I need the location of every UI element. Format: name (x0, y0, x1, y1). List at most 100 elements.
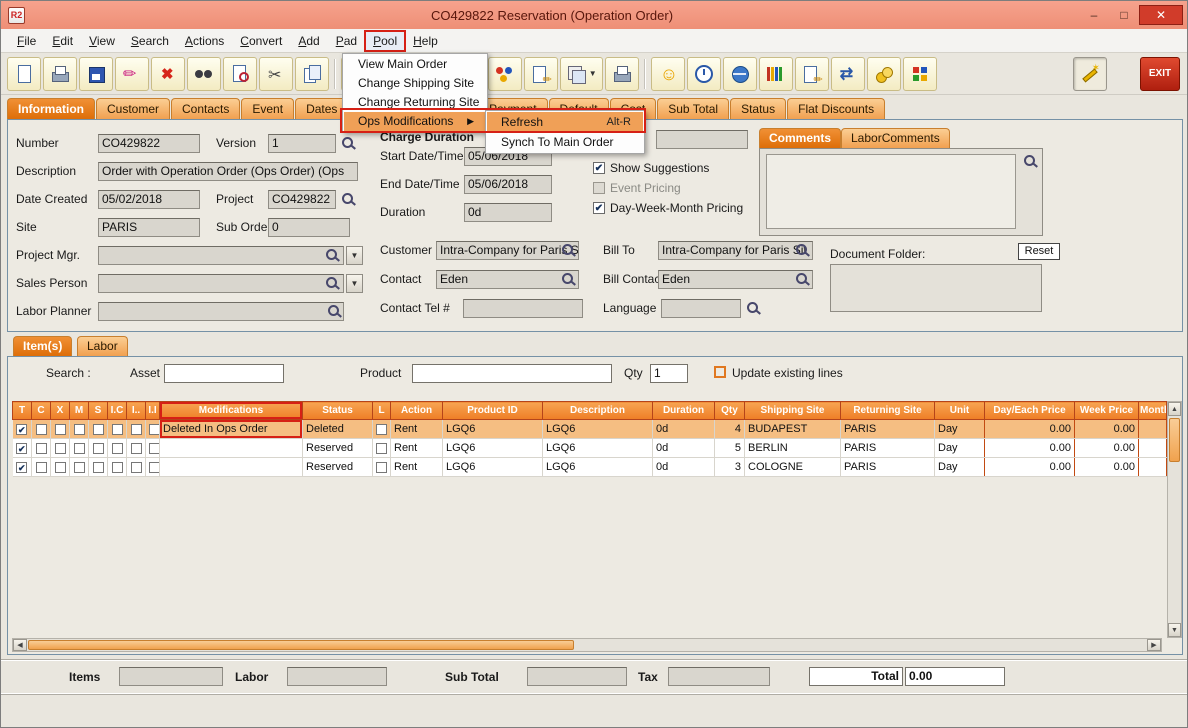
row-checkbox[interactable] (55, 462, 66, 473)
row-checkbox[interactable] (74, 462, 85, 473)
labor-planner-search-icon[interactable] (328, 305, 339, 316)
row-checkbox[interactable]: ✔ (16, 462, 27, 473)
save-button[interactable] (79, 57, 113, 91)
row-checkbox[interactable] (149, 443, 160, 454)
menu-item-change-shipping-site[interactable]: Change Shipping Site (344, 74, 486, 93)
menu-convert[interactable]: Convert (232, 31, 290, 51)
vertical-scrollbar[interactable]: ▲ ▼ (1167, 401, 1182, 638)
rate-field[interactable] (656, 130, 748, 149)
scroll-up-icon[interactable]: ▲ (1168, 402, 1181, 416)
version-field[interactable]: 1 (268, 134, 336, 153)
col-i2[interactable]: I.. (127, 402, 146, 420)
row-checkbox[interactable] (36, 424, 47, 435)
comments-textarea[interactable] (766, 154, 1016, 229)
menu-edit[interactable]: Edit (44, 31, 81, 51)
col-ic[interactable]: I.C (108, 402, 127, 420)
cut-button[interactable] (259, 57, 293, 91)
table-row[interactable]: ✔ Reserved Rent LGQ6 LGQ6 0d 5 (13, 439, 1167, 458)
print-button[interactable] (43, 57, 77, 91)
edit-button[interactable] (115, 57, 149, 91)
duplicate-button[interactable]: ▼ (560, 57, 603, 91)
row-checkbox[interactable] (93, 443, 104, 454)
edit-form-button[interactable] (524, 57, 558, 91)
row-checkbox[interactable] (93, 462, 104, 473)
catalog-button[interactable] (759, 57, 793, 91)
row-checkbox[interactable] (376, 462, 387, 473)
view-document-button[interactable] (223, 57, 257, 91)
sub-orders-field[interactable]: 0 (268, 218, 350, 237)
menu-view[interactable]: View (81, 31, 123, 51)
bill-contact-search-icon[interactable] (796, 273, 807, 284)
language-field[interactable] (661, 299, 741, 318)
sales-person-field[interactable] (98, 274, 344, 293)
language-search-icon[interactable] (747, 302, 758, 313)
tab-dates[interactable]: Dates (295, 98, 348, 119)
col-product-id[interactable]: Product ID (443, 402, 543, 420)
notes-button[interactable] (795, 57, 829, 91)
reset-button[interactable]: Reset (1018, 243, 1060, 260)
scroll-right-icon[interactable]: ▶ (1147, 639, 1161, 651)
row-checkbox[interactable] (55, 443, 66, 454)
menu-pad[interactable]: Pad (328, 31, 365, 51)
row-checkbox[interactable] (131, 443, 142, 454)
reports-button[interactable] (903, 57, 937, 91)
col-day-price[interactable]: Day/Each Price (985, 402, 1075, 420)
comments-search-icon[interactable] (1024, 155, 1035, 166)
col-description[interactable]: Description (543, 402, 653, 420)
col-x[interactable]: X (51, 402, 70, 420)
col-ii[interactable]: I.I (146, 402, 160, 420)
col-week-price[interactable]: Week Price (1075, 402, 1139, 420)
row-checkbox[interactable] (376, 443, 387, 454)
col-duration[interactable]: Duration (653, 402, 715, 420)
project-mgr-field[interactable] (98, 246, 344, 265)
copy-button[interactable] (295, 57, 329, 91)
project-mgr-search-icon[interactable] (326, 249, 337, 260)
event-pricing-checkbox[interactable] (593, 182, 605, 194)
col-m[interactable]: M (70, 402, 89, 420)
horizontal-scroll-thumb[interactable] (28, 640, 574, 650)
row-checkbox[interactable] (112, 424, 123, 435)
menu-item-ops-modifications[interactable]: Ops Modifications ▶ (344, 112, 486, 131)
col-month-price[interactable]: Month P (1139, 402, 1167, 420)
col-action[interactable]: Action (391, 402, 443, 420)
scroll-left-icon[interactable]: ◀ (13, 639, 27, 651)
search-button[interactable] (187, 57, 221, 91)
new-document-button[interactable] (7, 57, 41, 91)
row-checkbox[interactable] (74, 424, 85, 435)
menu-search[interactable]: Search (123, 31, 177, 51)
tab-status[interactable]: Status (730, 98, 786, 119)
menu-actions[interactable]: Actions (177, 31, 232, 51)
tab-labor[interactable]: Labor (77, 336, 128, 356)
project-mgr-dropdown-button[interactable]: ▼ (346, 246, 363, 265)
menu-file[interactable]: File (9, 31, 44, 51)
col-s[interactable]: S (89, 402, 108, 420)
tab-contacts[interactable]: Contacts (171, 98, 240, 119)
menu-help[interactable]: Help (405, 31, 446, 51)
transfer-button[interactable] (831, 57, 865, 91)
bill-contact-field[interactable]: Eden (658, 270, 813, 289)
project-search-icon[interactable] (342, 193, 353, 204)
end-date-field[interactable]: 05/06/2018 (464, 175, 552, 194)
customer-search-icon[interactable] (562, 244, 573, 255)
tab-comments[interactable]: Comments (759, 128, 841, 148)
menu-item-synch-to-main-order[interactable]: Synch To Main Order (487, 132, 643, 152)
wand-button[interactable] (1073, 57, 1107, 91)
show-suggestions-checkbox[interactable]: ✔ (593, 162, 605, 174)
sales-person-search-icon[interactable] (326, 277, 337, 288)
tab-items[interactable]: Item(s) (13, 336, 72, 356)
qty-input[interactable]: 1 (650, 364, 688, 383)
history-button[interactable] (687, 57, 721, 91)
vertical-scroll-thumb[interactable] (1169, 418, 1180, 462)
contact-tel-field[interactable] (463, 299, 583, 318)
maximize-button[interactable]: □ (1109, 5, 1139, 25)
row-checkbox[interactable] (131, 424, 142, 435)
tab-flat-discounts[interactable]: Flat Discounts (787, 98, 885, 119)
labor-planner-field[interactable] (98, 302, 344, 321)
row-checkbox[interactable] (149, 462, 160, 473)
contact-field[interactable]: Eden (436, 270, 579, 289)
col-c[interactable]: C (32, 402, 51, 420)
col-status[interactable]: Status (303, 402, 373, 420)
tab-event[interactable]: Event (241, 98, 294, 119)
project-field[interactable]: CO429822 (268, 190, 336, 209)
row-checkbox[interactable] (376, 424, 387, 435)
